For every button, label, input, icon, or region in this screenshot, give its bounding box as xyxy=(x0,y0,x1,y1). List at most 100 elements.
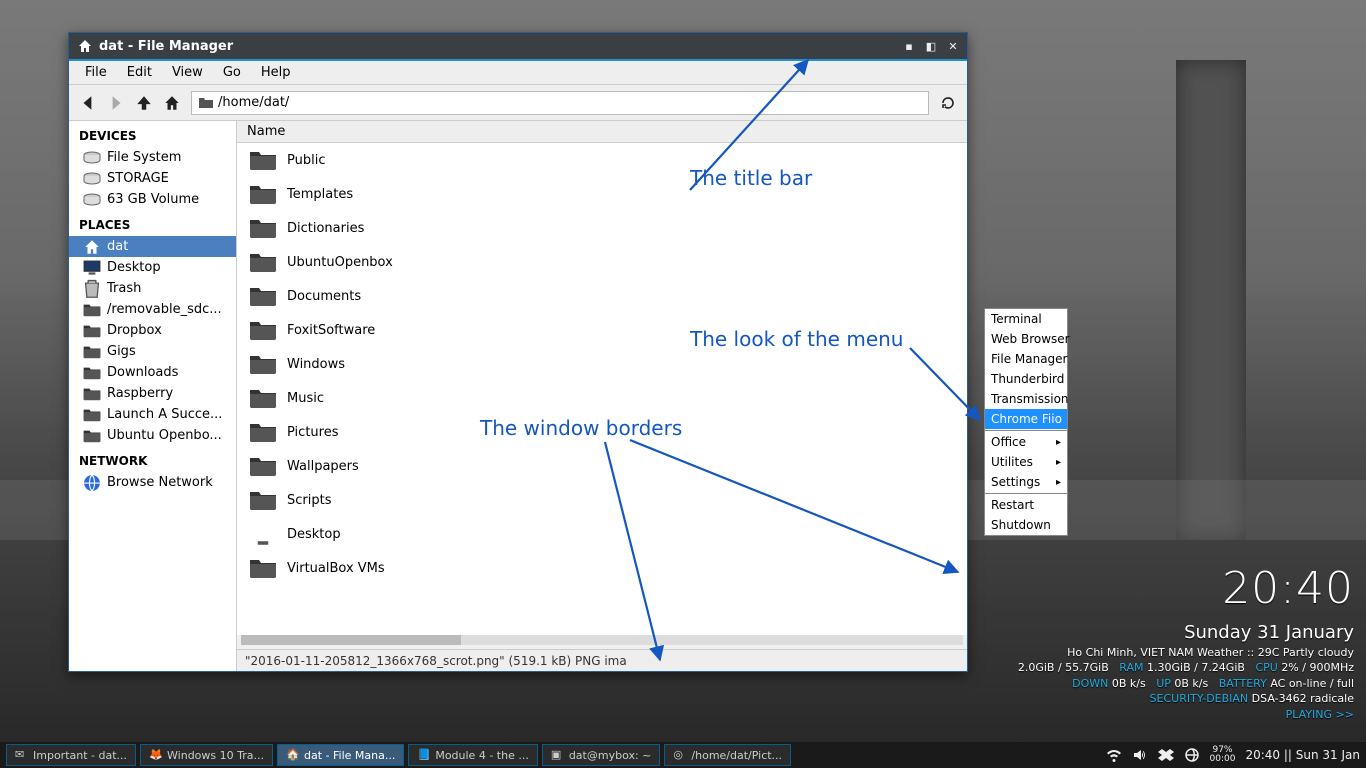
app-icon: 🏠 xyxy=(286,748,300,762)
sidebar-icon xyxy=(83,408,101,422)
file-row[interactable]: Scripts xyxy=(237,483,967,517)
sidebar-item[interactable]: Desktop xyxy=(69,257,236,278)
sidebar-item[interactable]: Trash xyxy=(69,278,236,299)
context-menu-item[interactable]: Chrome Fiio xyxy=(985,409,1067,429)
taskbar-button[interactable]: 📘Module 4 - the ... xyxy=(408,744,538,766)
file-row[interactable]: Pictures xyxy=(237,415,967,449)
folder-icon xyxy=(249,488,277,512)
folder-icon xyxy=(249,522,277,546)
folder-icon xyxy=(249,250,277,274)
menu-help[interactable]: Help xyxy=(251,63,301,82)
titlebar[interactable]: dat - File Manager ▪ ◧ ✕ xyxy=(69,33,967,59)
sidebar-icon xyxy=(83,303,101,317)
sidebar: DEVICES File SystemSTORAGE63 GB Volume P… xyxy=(69,121,237,671)
context-menu-item[interactable]: Office xyxy=(985,432,1067,452)
app-icon: 🦊 xyxy=(149,748,163,762)
menu-view[interactable]: View xyxy=(162,63,213,82)
battery-indicator[interactable]: 97% 00:00 xyxy=(1210,746,1236,764)
sidebar-item[interactable]: Dropbox xyxy=(69,320,236,341)
sidebar-icon xyxy=(83,282,101,296)
sidebar-item[interactable]: Raspberry xyxy=(69,383,236,404)
sidebar-item[interactable]: /removable_sdc... xyxy=(69,299,236,320)
file-row[interactable]: Public xyxy=(237,143,967,177)
maximize-button[interactable]: ◧ xyxy=(925,40,937,52)
sidebar-item[interactable]: Gigs xyxy=(69,341,236,362)
file-row[interactable]: Desktop xyxy=(237,517,967,551)
folder-icon xyxy=(249,454,277,478)
context-menu-item[interactable]: File Manager xyxy=(985,349,1067,369)
menu-edit[interactable]: Edit xyxy=(117,63,162,82)
file-row[interactable]: Documents xyxy=(237,279,967,313)
app-icon: 📘 xyxy=(417,748,431,762)
folder-icon xyxy=(249,284,277,308)
forward-button[interactable] xyxy=(103,90,129,116)
taskbar-button[interactable]: 🏠dat - File Mana... xyxy=(277,744,404,766)
close-button[interactable]: ✕ xyxy=(947,40,959,52)
file-row[interactable]: Music xyxy=(237,381,967,415)
window-title: dat - File Manager xyxy=(99,39,233,54)
context-menu[interactable]: TerminalWeb BrowserFile ManagerThunderbi… xyxy=(984,308,1068,536)
sidebar-item[interactable]: STORAGE xyxy=(69,168,236,189)
file-list-pane: Name PublicTemplatesDictionariesUbuntuOp… xyxy=(237,121,967,671)
back-button[interactable] xyxy=(75,90,101,116)
desktop-info-overlay: 20:40 Sunday 31 January Ho Chi Minh, VIE… xyxy=(1018,558,1354,722)
context-menu-item[interactable]: Terminal xyxy=(985,309,1067,329)
sidebar-icon xyxy=(83,193,101,207)
context-menu-item[interactable]: Transmission xyxy=(985,389,1067,409)
context-menu-item[interactable]: Restart xyxy=(985,495,1067,515)
path-input[interactable]: /home/dat/ xyxy=(191,91,929,115)
taskbar-button[interactable]: ▣dat@mybox: ~ xyxy=(542,744,661,766)
context-menu-item[interactable]: Web Browser xyxy=(985,329,1067,349)
sidebar-network-header: NETWORK xyxy=(69,446,236,472)
sidebar-places-header: PLACES xyxy=(69,210,236,236)
file-row[interactable]: VirtualBox VMs xyxy=(237,551,967,585)
menu-go[interactable]: Go xyxy=(213,63,251,82)
conky-playing: PLAYING >> xyxy=(1018,707,1354,722)
file-list[interactable]: PublicTemplatesDictionariesUbuntuOpenbox… xyxy=(237,143,967,635)
sidebar-item[interactable]: 63 GB Volume xyxy=(69,189,236,210)
taskbar-button[interactable]: ✉Important - dat... xyxy=(6,744,136,766)
dropbox-icon[interactable] xyxy=(1158,747,1174,763)
sidebar-icon xyxy=(83,387,101,401)
sidebar-item[interactable]: Launch A Succe... xyxy=(69,404,236,425)
context-menu-item[interactable]: Utilites xyxy=(985,452,1067,472)
hscrollbar[interactable] xyxy=(241,635,963,645)
sidebar-item[interactable]: File System xyxy=(69,147,236,168)
menu-file[interactable]: File xyxy=(75,63,117,82)
sidebar-item[interactable]: Ubuntu Openbo... xyxy=(69,425,236,446)
sidebar-item[interactable]: Browse Network xyxy=(69,472,236,493)
sidebar-item[interactable]: dat xyxy=(69,236,236,257)
file-row[interactable]: Dictionaries xyxy=(237,211,967,245)
volume-icon[interactable] xyxy=(1132,747,1148,763)
file-row[interactable]: Wallpapers xyxy=(237,449,967,483)
file-row[interactable]: FoxitSoftware xyxy=(237,313,967,347)
file-row[interactable]: Windows xyxy=(237,347,967,381)
folder-icon xyxy=(249,556,277,580)
taskbar-button[interactable]: 🦊Windows 10 Tra... xyxy=(140,744,273,766)
column-header-name[interactable]: Name xyxy=(237,121,967,143)
context-menu-item[interactable]: Shutdown xyxy=(985,515,1067,535)
updater-icon[interactable] xyxy=(1184,747,1200,763)
context-menu-item[interactable]: Settings xyxy=(985,472,1067,492)
sidebar-devices-header: DEVICES xyxy=(69,121,236,147)
menubar: File Edit View Go Help xyxy=(69,61,967,85)
conky-clock: 20:40 xyxy=(1018,558,1354,620)
home-button[interactable] xyxy=(159,90,185,116)
context-menu-item[interactable]: Thunderbird xyxy=(985,369,1067,389)
taskbar: ✉Important - dat...🦊Windows 10 Tra...🏠da… xyxy=(0,742,1366,768)
app-icon: ✉ xyxy=(15,748,29,762)
taskbar-button[interactable]: ◎/home/dat/Pict... xyxy=(664,744,791,766)
up-button[interactable] xyxy=(131,90,157,116)
file-row[interactable]: Templates xyxy=(237,177,967,211)
sidebar-icon xyxy=(83,151,101,165)
reload-button[interactable] xyxy=(935,90,961,116)
sidebar-icon xyxy=(83,324,101,338)
minimize-button[interactable]: ▪ xyxy=(903,40,915,52)
sidebar-item[interactable]: Downloads xyxy=(69,362,236,383)
folder-icon xyxy=(198,95,214,111)
sidebar-icon xyxy=(83,345,101,359)
sidebar-icon xyxy=(83,172,101,186)
file-row[interactable]: UbuntuOpenbox xyxy=(237,245,967,279)
folder-icon xyxy=(249,216,277,240)
wifi-icon[interactable] xyxy=(1106,747,1122,763)
